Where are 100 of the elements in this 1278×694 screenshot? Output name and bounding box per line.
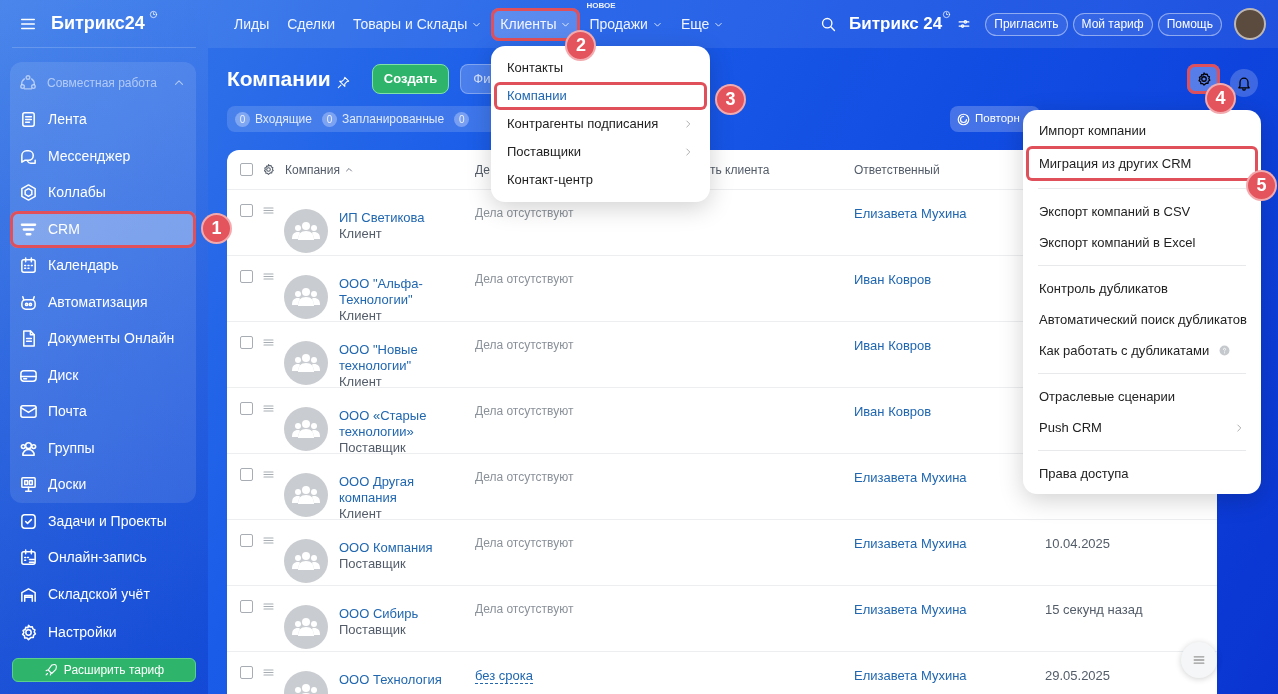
drag-handle-icon[interactable] (262, 336, 275, 349)
activity-text: Дела отсутствуют (475, 470, 574, 484)
clock-icon (942, 10, 952, 19)
checkbox-icon (19, 511, 38, 531)
responsible-link[interactable]: Елизавета Мухина (854, 470, 967, 485)
drag-handle-icon[interactable] (262, 666, 275, 679)
column-header[interactable]: Де (475, 160, 490, 179)
company-avatar (284, 539, 328, 583)
avatar[interactable] (1234, 8, 1266, 40)
column-header[interactable]: Компания (285, 160, 340, 179)
company-type: Клиент (339, 308, 383, 324)
menu-item[interactable]: Контакт-центр (491, 166, 710, 194)
column-header[interactable]: ть клиента (710, 160, 770, 179)
sidebar-item[interactable]: Настройки (10, 614, 196, 651)
company-link[interactable]: ООО "Альфа-Технологии" (339, 276, 475, 308)
sidebar-item[interactable]: Документы Онлайн (10, 320, 196, 357)
activity-text: Дела отсутствуют (475, 206, 574, 220)
menu-item[interactable]: Контроль дубликатов (1023, 273, 1261, 304)
company-type: Поставщик (339, 622, 407, 638)
menu-item[interactable]: Поставщики (491, 138, 710, 166)
menu-item[interactable]: Права доступа (1023, 458, 1261, 489)
menu-item[interactable]: Компании (494, 82, 707, 110)
activity-text: Дела отсутствуют (475, 602, 574, 616)
date-text: 29.05.2025 (1045, 668, 1111, 683)
clock-icon (148, 10, 158, 19)
nav-tab[interactable]: Сделки (278, 7, 344, 41)
checkbox[interactable] (240, 270, 253, 283)
notifications-button[interactable] (1229, 69, 1258, 97)
settings-icon[interactable] (262, 163, 275, 176)
responsible-link[interactable]: Елизавета Мухина (854, 668, 967, 683)
rocket-icon (43, 663, 58, 677)
sidebar-item[interactable]: Календарь (10, 247, 196, 284)
column-header[interactable]: Ответственный (854, 160, 940, 179)
sidebar-item[interactable]: Лента (10, 101, 196, 138)
sliders-icon[interactable] (957, 17, 972, 31)
drag-handle-icon[interactable] (262, 402, 275, 415)
step-badge: 5 (1246, 170, 1277, 201)
checkbox[interactable] (240, 163, 253, 176)
menu-item[interactable]: Автоматический поиск дубликатов (1023, 304, 1261, 335)
header-button[interactable]: Помощь (1157, 12, 1222, 36)
hexagon-icon (19, 183, 38, 203)
step-badge: 2 (565, 29, 597, 61)
nav-tab[interactable]: Еще (671, 7, 734, 41)
drag-handle-icon[interactable] (262, 600, 275, 613)
sidebar-item[interactable]: Онлайн-запись (10, 539, 196, 576)
header-button[interactable]: Мой тариф (1072, 12, 1153, 36)
company-link[interactable]: ООО «Старые технологии» (339, 408, 475, 440)
company-link[interactable]: ООО "Новые технологии" (339, 342, 475, 374)
company-avatar (284, 209, 328, 253)
responsible-link[interactable]: Елизавета Мухина (854, 602, 967, 617)
checkbox[interactable] (240, 468, 253, 481)
checkbox[interactable] (240, 336, 253, 349)
menu-item[interactable]: Экспорт компаний в Excel (1023, 227, 1261, 258)
header-button[interactable]: Пригласить (985, 12, 1068, 36)
step-badge: 3 (715, 84, 746, 115)
responsible-link[interactable]: Иван Ковров (854, 338, 932, 353)
sidebar-item[interactable]: Диск (10, 357, 196, 394)
step-badge: 4 (1205, 83, 1236, 114)
settings-icon (19, 623, 38, 643)
sidebar-item[interactable]: Мессенджер (10, 138, 196, 175)
checkbox[interactable] (240, 666, 253, 679)
responsible-link[interactable]: Иван Ковров (854, 404, 932, 419)
company-avatar (284, 605, 328, 649)
sidebar-item[interactable]: Почта (10, 393, 196, 430)
menu-item[interactable]: Push CRM (1023, 412, 1261, 443)
sidebar-item[interactable]: Складской учёт (10, 576, 196, 613)
sidebar-item[interactable]: Коллабы (10, 174, 196, 211)
drag-handle-icon[interactable] (262, 204, 275, 217)
drag-handle-icon[interactable] (262, 468, 275, 481)
company-link[interactable]: ИП Светикова (339, 210, 475, 226)
menu-item[interactable]: Отраслевые сценарии (1023, 381, 1261, 412)
company-link[interactable]: ООО Компания (339, 540, 475, 556)
drag-handle-icon[interactable] (262, 270, 275, 283)
calendar-icon (19, 256, 38, 276)
checkbox[interactable] (240, 600, 253, 613)
sidebar-item[interactable]: Автоматизация (10, 284, 196, 321)
responsible-link[interactable]: Иван Ковров (854, 272, 932, 287)
company-type: Клиент (339, 226, 383, 242)
company-avatar (284, 473, 328, 517)
sidebar-item[interactable]: Доски (10, 466, 196, 503)
search-icon[interactable] (820, 15, 838, 33)
sidebar-item[interactable]: Задачи и Проекты (10, 503, 196, 540)
company-avatar (284, 275, 328, 319)
nav-tab[interactable]: Товары и Склады (343, 7, 492, 41)
menu-item[interactable]: Контрагенты подписания (491, 110, 710, 138)
pin-icon[interactable] (336, 75, 350, 89)
responsible-link[interactable]: Елизавета Мухина (854, 206, 967, 221)
drag-handle-icon[interactable] (262, 534, 275, 547)
deadline-link[interactable]: без срока (475, 668, 533, 684)
company-link[interactable]: ООО Технология (339, 672, 475, 688)
menu-item[interactable]: Как работать с дубликатами (1023, 335, 1261, 366)
nav-tab[interactable]: Лиды (225, 7, 279, 41)
checkbox[interactable] (240, 204, 253, 217)
company-link[interactable]: ООО Другая компания (339, 474, 475, 506)
responsible-link[interactable]: Елизавета Мухина (854, 536, 967, 551)
checkbox[interactable] (240, 402, 253, 415)
company-link[interactable]: ООО Сибирь (339, 606, 475, 622)
counter-label: Запланированные (341, 111, 445, 128)
sidebar-item[interactable]: Группы (10, 430, 196, 467)
checkbox[interactable] (240, 534, 253, 547)
